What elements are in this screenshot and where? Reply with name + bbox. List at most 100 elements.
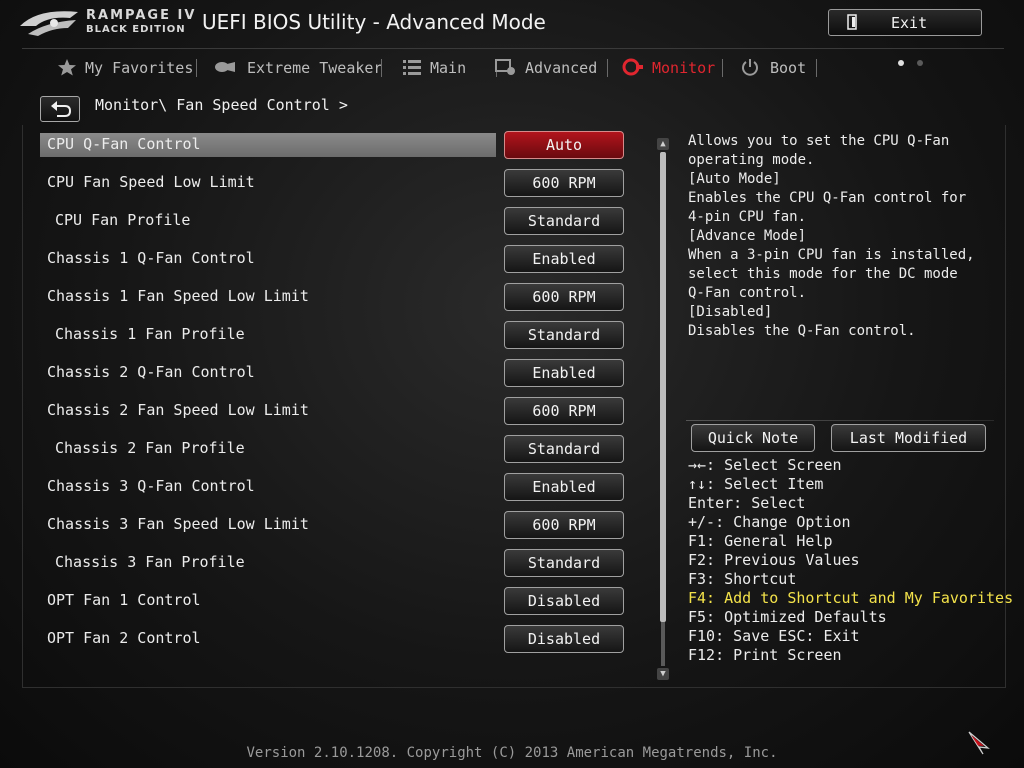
logo-line2: BLACK EDITION (86, 24, 186, 35)
advanced-icon (495, 59, 515, 75)
setting-value-button[interactable]: 600 RPM (504, 511, 624, 539)
tab-separator (722, 59, 723, 77)
back-arrow-icon (51, 101, 72, 117)
key-line: F5: Optimized Defaults (688, 608, 887, 626)
help-line: [Disabled] (688, 304, 773, 320)
key-line: ↑↓: Select Item (688, 475, 824, 493)
help-description: Allows you to set the CPU Q-Fan operatin… (688, 132, 998, 341)
setting-chassis2-fan-speed-low-limit[interactable]: Chassis 2 Fan Speed Low Limit 600 RPM (40, 397, 626, 425)
tab-label: Main (430, 59, 467, 77)
page-dot[interactable] (917, 60, 923, 66)
setting-value-button[interactable]: Disabled (504, 587, 624, 615)
back-button[interactable] (40, 96, 80, 122)
exit-button[interactable]: Exit (828, 9, 982, 36)
setting-chassis2-fan-profile[interactable]: Chassis 2 Fan Profile Standard (40, 435, 626, 463)
setting-label: OPT Fan 2 Control (47, 629, 201, 647)
tab-label: Monitor (652, 59, 716, 77)
key-line: F2: Previous Values (688, 551, 860, 569)
setting-value-button[interactable]: 600 RPM (504, 397, 624, 425)
list-icon (403, 60, 421, 75)
key-line-highlight: F4: Add to Shortcut and My Favorites (688, 589, 1014, 607)
help-line: [Advance Mode] (688, 228, 807, 244)
setting-value-button[interactable]: Enabled (504, 473, 624, 501)
help-line: Q-Fan control. (688, 285, 807, 301)
tab-separator (816, 59, 817, 77)
mouse-cursor-icon (968, 731, 990, 755)
tab-label: Advanced (525, 59, 598, 77)
setting-chassis1-fan-speed-low-limit[interactable]: Chassis 1 Fan Speed Low Limit 600 RPM (40, 283, 626, 311)
setting-label: Chassis 3 Fan Profile (55, 553, 245, 571)
tab-separator (196, 59, 197, 77)
setting-chassis1-fan-profile[interactable]: Chassis 1 Fan Profile Standard (40, 321, 626, 349)
setting-chassis3-q-fan-control[interactable]: Chassis 3 Q-Fan Control Enabled (40, 473, 626, 501)
setting-chassis3-fan-speed-low-limit[interactable]: Chassis 3 Fan Speed Low Limit 600 RPM (40, 511, 626, 539)
setting-value-button[interactable]: Standard (504, 321, 624, 349)
quick-note-button[interactable]: Quick Note (691, 424, 815, 452)
setting-label: Chassis 3 Fan Speed Low Limit (47, 515, 309, 533)
scroll-down-icon[interactable]: ▼ (657, 668, 669, 680)
setting-label: CPU Q-Fan Control (47, 135, 201, 153)
exit-label: Exit (891, 14, 928, 32)
setting-label: CPU Fan Speed Low Limit (47, 173, 255, 191)
setting-label: OPT Fan 1 Control (47, 591, 201, 609)
setting-value-button[interactable]: 600 RPM (504, 169, 624, 197)
setting-value-button[interactable]: 600 RPM (504, 283, 624, 311)
help-line: [Auto Mode] (688, 171, 781, 187)
monitor-icon (622, 58, 643, 76)
help-line: When a 3-pin CPU fan is installed, (688, 247, 975, 263)
scroll-up-icon[interactable]: ▲ (657, 138, 669, 150)
star-icon (58, 59, 76, 76)
breadcrumb: Monitor\ Fan Speed Control > (95, 96, 348, 114)
setting-value-button[interactable]: Auto (504, 131, 624, 159)
setting-opt-fan1-control[interactable]: OPT Fan 1 Control Disabled (40, 587, 626, 615)
setting-label: Chassis 1 Q-Fan Control (47, 249, 255, 267)
key-line: F12: Print Screen (688, 646, 842, 664)
settings-scrollbar[interactable]: ▲ ▼ (657, 138, 669, 680)
help-line: Enables the CPU Q-Fan control for (688, 190, 967, 206)
setting-label: CPU Fan Profile (55, 211, 191, 229)
setting-value-button[interactable]: Standard (504, 207, 624, 235)
key-line: +/-: Change Option (688, 513, 851, 531)
setting-opt-fan2-control[interactable]: OPT Fan 2 Control Disabled (40, 625, 626, 653)
setting-cpu-fan-profile[interactable]: CPU Fan Profile Standard (40, 207, 626, 235)
setting-cpu-q-fan-control[interactable]: CPU Q-Fan Control Auto (40, 131, 626, 159)
header: RAMPAGE IV BLACK EDITION UEFI BIOS Utili… (0, 0, 1024, 48)
tab-label: Extreme Tweaker (247, 59, 383, 77)
tab-separator (607, 59, 608, 77)
last-modified-button[interactable]: Last Modified (831, 424, 986, 452)
help-line: operating mode. (688, 152, 815, 168)
key-line: F1: General Help (688, 532, 833, 550)
key-line: →←: Select Screen (688, 456, 842, 474)
help-divider (686, 420, 994, 421)
setting-cpu-fan-speed-low-limit[interactable]: CPU Fan Speed Low Limit 600 RPM (40, 169, 626, 197)
setting-chassis2-q-fan-control[interactable]: Chassis 2 Q-Fan Control Enabled (40, 359, 626, 387)
logo-line1: RAMPAGE IV (86, 8, 197, 23)
help-line: Allows you to set the CPU Q-Fan (688, 133, 950, 149)
setting-value-button[interactable]: Disabled (504, 625, 624, 653)
setting-chassis3-fan-profile[interactable]: Chassis 3 Fan Profile Standard (40, 549, 626, 577)
rog-eye-icon (20, 11, 78, 36)
key-line: F10: Save ESC: Exit (688, 627, 860, 645)
setting-value-button[interactable]: Standard (504, 435, 624, 463)
key-line: F3: Shortcut (688, 570, 797, 588)
page-dot-active[interactable] (898, 60, 904, 66)
help-line: Disables the Q-Fan control. (688, 323, 916, 339)
tab-label: Boot (770, 59, 807, 77)
setting-value-button[interactable]: Enabled (504, 245, 624, 273)
exit-door-icon (847, 14, 857, 30)
tweaker-icon (215, 62, 235, 72)
version-footer: Version 2.10.1208. Copyright (C) 2013 Am… (246, 745, 778, 761)
page-title: UEFI BIOS Utility - Advanced Mode (202, 10, 546, 34)
setting-value-button[interactable]: Enabled (504, 359, 624, 387)
key-line: Enter: Select (688, 494, 806, 512)
tab-label: My Favorites (85, 59, 194, 77)
setting-value-button[interactable]: Standard (504, 549, 624, 577)
setting-label: Chassis 2 Q-Fan Control (47, 363, 255, 381)
tab-separator (381, 59, 382, 77)
scroll-thumb[interactable] (660, 152, 666, 622)
setting-chassis1-q-fan-control[interactable]: Chassis 1 Q-Fan Control Enabled (40, 245, 626, 273)
setting-label: Chassis 1 Fan Speed Low Limit (47, 287, 309, 305)
setting-label: Chassis 1 Fan Profile (55, 325, 245, 343)
setting-label: Chassis 2 Fan Profile (55, 439, 245, 457)
help-line: 4-pin CPU fan. (688, 209, 807, 225)
